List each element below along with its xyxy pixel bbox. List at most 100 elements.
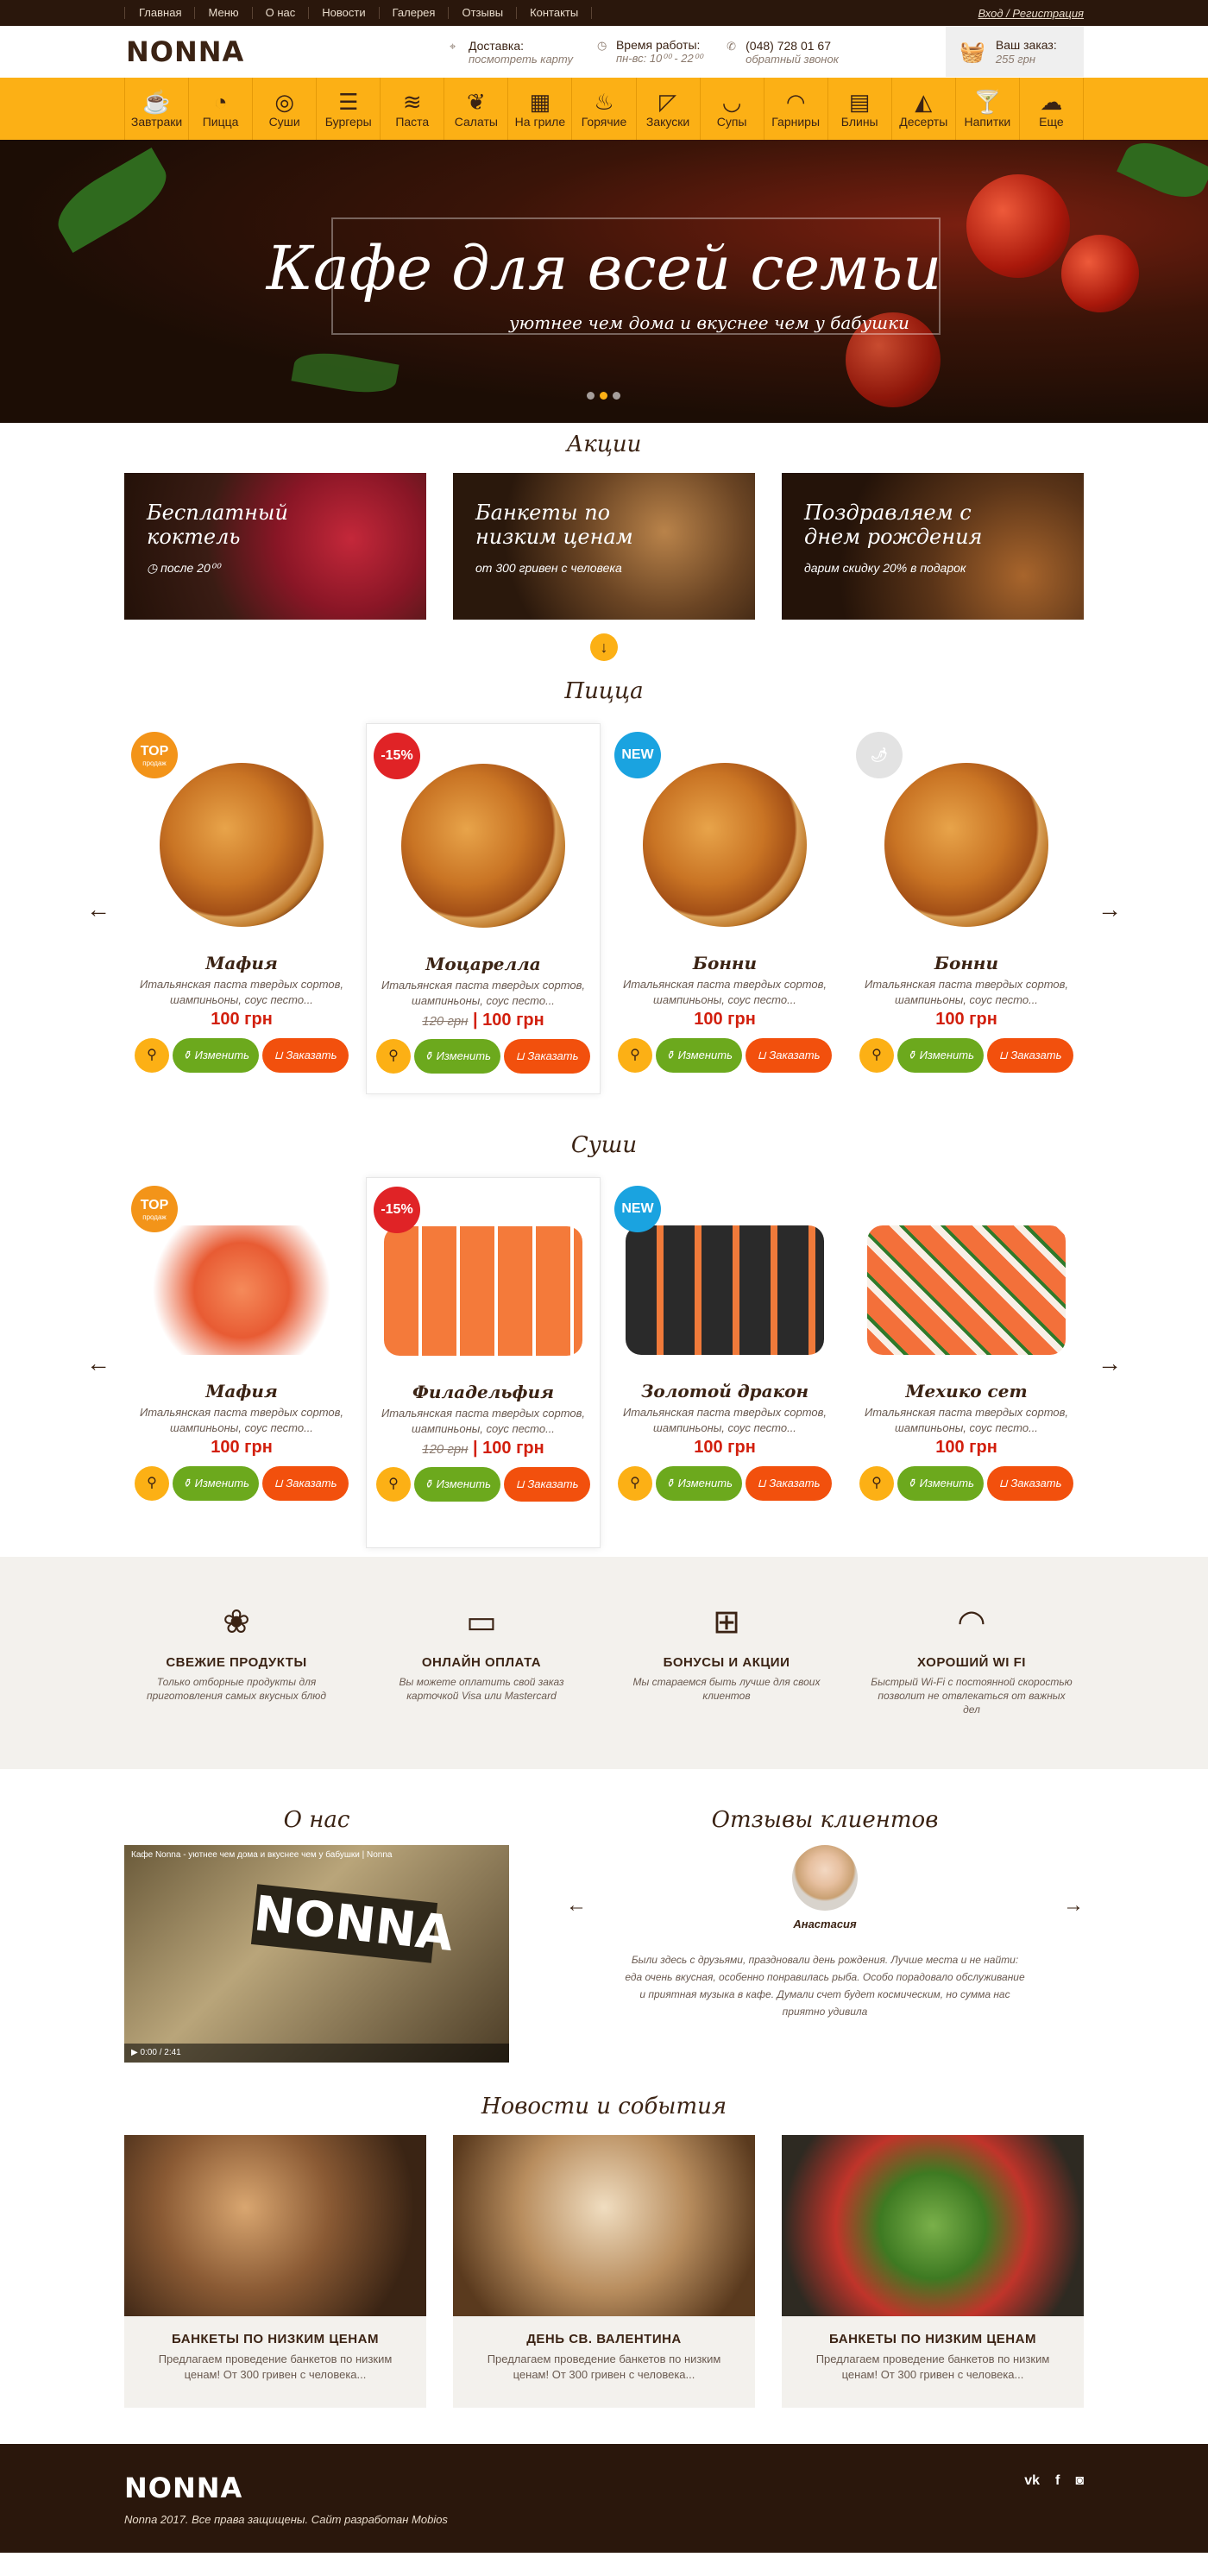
product-name[interactable]: Золотой дракон [607,1381,842,1401]
product-name[interactable]: Мехико сет [849,1381,1084,1401]
product-card[interactable]: TOP продаж Мафия Итальянская паста твердых … [124,1177,359,1548]
category-sushi[interactable]: ◎ Суши [252,78,316,140]
product-card[interactable]: 🌶 Бонни Итальянская паста твердых сортов, … [849,723,1084,1094]
nav-contacts-link[interactable]: Контакты [517,7,593,19]
category-more[interactable]: ☁ Еще [1018,78,1084,140]
category-pizza[interactable]: ◔ Пицца [188,78,252,140]
product-image[interactable] [884,763,1048,927]
category-garnish[interactable]: ◠ Гарниры [763,78,827,140]
category-pasta[interactable]: ≋ Паста [380,78,444,140]
news-card[interactable]: БАНКЕТЫ ПО НИЗКИМ ЦЕНАМ Предлагаем прове… [124,2135,426,2408]
footer-logo[interactable]: NONNA [124,2472,242,2504]
news-card[interactable]: ДЕНЬ СВ. ВАЛЕНТИНА Предлагаем проведение… [453,2135,755,2408]
edit-button[interactable]: ⚱ Изменить [656,1466,742,1501]
zoom-button[interactable]: ⚲ [376,1039,411,1074]
product-card[interactable]: NEW Бонни Итальянская паста твердых сортов… [607,723,842,1094]
scroll-down-button[interactable]: ↓ [590,633,618,661]
edit-button[interactable]: ⚱ Изменить [173,1038,259,1073]
promo-card[interactable]: Банкеты по низким ценам от 300 гривен с … [453,473,755,620]
product-card[interactable]: -15% Моцарелла Итальянская паста твердых с… [366,723,601,1094]
nav-menu-link[interactable]: Меню [195,7,253,19]
product-name[interactable]: Бонни [607,953,842,973]
login-register-link[interactable]: Вход / Регистрация [978,7,1085,20]
arrow-right-icon[interactable]: → [1098,1350,1122,1377]
order-button[interactable]: ⊔ Заказать [262,1466,349,1501]
logo[interactable]: NONNA [124,35,450,68]
product-card[interactable]: NEW Золотой дракон Итальянская паста тверд… [607,1177,842,1548]
category-salad[interactable]: ❦ Салаты [444,78,507,140]
category-burger[interactable]: ☰ Бургеры [316,78,380,140]
edit-button[interactable]: ⚱ Изменить [897,1466,984,1501]
product-image[interactable] [142,1225,341,1355]
edit-button[interactable]: ⚱ Изменить [414,1467,500,1502]
product-image[interactable] [643,763,807,927]
slider-dot[interactable] [587,392,595,400]
arrow-left-icon[interactable]: ← [566,1893,587,1918]
nav-home-link[interactable]: Главная [124,7,196,19]
zoom-button[interactable]: ⚲ [859,1466,894,1501]
category-soup[interactable]: ◡ Супы [699,78,764,140]
order-button[interactable]: ⊔ Заказать [504,1039,590,1074]
order-button[interactable]: ⊔ Заказать [987,1466,1073,1501]
edit-button[interactable]: ⚱ Изменить [414,1039,500,1074]
nav-reviews-link[interactable]: Отзывы [449,7,518,19]
category-breakfast[interactable]: ☕ Завтраки [124,78,188,140]
product-image[interactable] [867,1225,1066,1355]
order-button[interactable]: ⊔ Заказать [987,1038,1073,1073]
order-button[interactable]: ⊔ Заказать [746,1466,832,1501]
arrow-right-icon[interactable]: → [1063,1893,1084,1918]
facebook-icon[interactable]: f [1055,2473,1060,2489]
product-image[interactable] [160,763,324,927]
nav-about-link[interactable]: О нас [253,7,310,19]
zoom-button[interactable]: ⚲ [376,1467,411,1502]
product-name[interactable]: Мафия [124,953,359,973]
edit-button[interactable]: ⚱ Изменить [656,1038,742,1073]
nav-news-link[interactable]: Новости [309,7,380,19]
product-image[interactable] [626,1225,824,1355]
edit-button[interactable]: ⚱ Изменить [897,1038,984,1073]
category-hot-dish[interactable]: ♨ Горячие [571,78,635,140]
category-snack[interactable]: ◸ Закуски [635,78,700,140]
promo-card[interactable]: Поздравляем с днем рождения дарим скидку… [782,473,1084,620]
callback-link[interactable]: обратный звонок [746,53,839,66]
delivery-info[interactable]: ⌖ Доставка: посмотреть карту [450,39,573,66]
edit-button[interactable]: ⚱ Изменить [173,1466,259,1501]
category-drinks[interactable]: 🍸 Напитки [954,78,1019,140]
arrow-left-icon[interactable]: ← [86,1350,110,1377]
product-card[interactable]: TOP продаж Мафия Итальянская паста твердых … [124,723,359,1094]
product-image[interactable] [401,764,565,928]
phone-info[interactable]: ✆ (048) 728 01 67 обратный звонок [727,39,839,66]
video-controls[interactable]: ▶ 0:00 / 2:41 [124,2044,509,2063]
cart-button[interactable]: 🧺 Ваш заказ: 255 грн [946,27,1084,77]
zoom-button[interactable]: ⚲ [618,1466,652,1501]
product-name[interactable]: Филадельфия [367,1382,600,1402]
product-name[interactable]: Моцарелла [367,954,600,974]
category-pancakes[interactable]: ▤ Блины [827,78,891,140]
product-image[interactable] [384,1226,582,1356]
category-grill[interactable]: ▦ На гриле [507,78,571,140]
product-name[interactable]: Бонни [849,953,1084,973]
zoom-button[interactable]: ⚲ [618,1038,652,1073]
instagram-icon[interactable]: ◙ [1075,2473,1084,2489]
news-card[interactable]: БАНКЕТЫ ПО НИЗКИМ ЦЕНАМ Предлагаем прове… [782,2135,1084,2408]
product-card[interactable]: -15% Филадельфия Итальянская паста твердых… [366,1177,601,1548]
zoom-button[interactable]: ⚲ [135,1038,169,1073]
vk-icon[interactable]: vk [1024,2473,1040,2489]
arrow-left-icon[interactable]: ← [86,896,110,923]
order-button[interactable]: ⊔ Заказать [746,1038,832,1073]
play-icon[interactable]: ▶ [131,2048,140,2057]
slider-dot[interactable] [613,392,620,400]
nav-gallery-link[interactable]: Галерея [380,7,450,19]
product-name[interactable]: Мафия [124,1381,359,1401]
order-button[interactable]: ⊔ Заказать [262,1038,349,1073]
phone-number[interactable]: (048) 728 01 67 [746,39,839,53]
zoom-button[interactable]: ⚲ [135,1466,169,1501]
slider-dot-active[interactable] [600,392,607,400]
arrow-right-icon[interactable]: → [1098,896,1122,923]
promo-card[interactable]: Бесплатный коктель ◷ после 20⁰⁰ [124,473,426,620]
order-button[interactable]: ⊔ Заказать [504,1467,590,1502]
about-video[interactable]: Кафе Nonna - уютнее чем дома и вкуснее ч… [124,1845,509,2063]
category-dessert[interactable]: ◭ Десерты [890,78,955,140]
delivery-map-link[interactable]: посмотреть карту [469,53,573,66]
zoom-button[interactable]: ⚲ [859,1038,894,1073]
